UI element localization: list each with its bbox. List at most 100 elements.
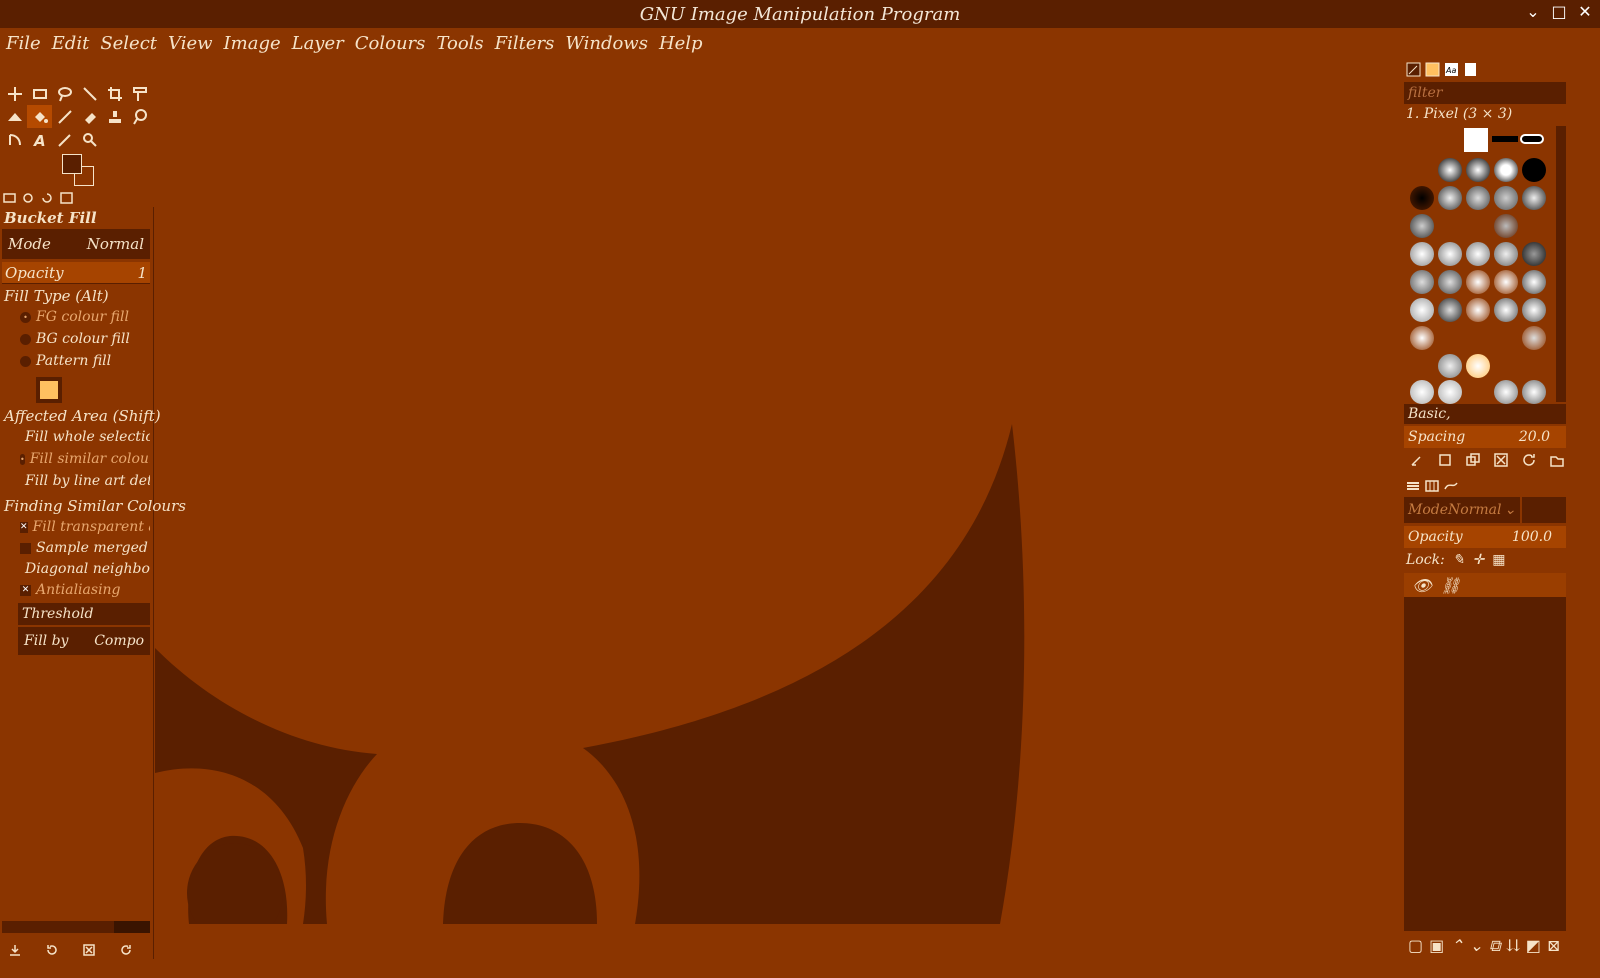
document-history-tab-icon[interactable]: [1463, 62, 1478, 77]
brush-hardness[interactable]: [1494, 158, 1518, 182]
eraser-icon[interactable]: [77, 105, 102, 128]
menu-filters[interactable]: Filters: [495, 33, 555, 54]
brush-scrollbar[interactable]: [1556, 126, 1566, 402]
duplicate-brush-icon[interactable]: [1466, 452, 1482, 468]
fonts-tab-icon[interactable]: Aa: [1444, 62, 1459, 77]
lock-position-icon[interactable]: ✛: [1473, 552, 1485, 568]
fill-similar-colours-radio[interactable]: • Fill similar colours: [20, 451, 150, 467]
menu-colours[interactable]: Colours: [355, 33, 426, 54]
brush-texture[interactable]: [1410, 298, 1434, 322]
menu-windows[interactable]: Windows: [565, 33, 648, 54]
new-brush-icon[interactable]: [1438, 452, 1454, 468]
smudge-icon[interactable]: [127, 105, 152, 128]
brush-texture[interactable]: [1494, 186, 1518, 210]
menu-image[interactable]: Image: [224, 33, 281, 54]
layer-list[interactable]: [1404, 597, 1566, 931]
fg-colour-fill-radio[interactable]: • FG colour fill: [20, 309, 150, 325]
horizontal-scrollbar[interactable]: [2, 921, 150, 933]
image-canvas[interactable]: [155, 58, 1400, 943]
brush-texture[interactable]: [1466, 354, 1490, 378]
brush-pixel[interactable]: [1464, 128, 1488, 152]
brush-texture[interactable]: [1522, 298, 1546, 322]
fill-transparent-checkbox[interactable]: ✕Fill transparent areas: [20, 519, 150, 535]
crop-icon[interactable]: [102, 82, 127, 105]
new-layer-group-icon[interactable]: ▣: [1429, 936, 1444, 956]
reset-options-icon[interactable]: [117, 942, 135, 958]
new-layer-icon[interactable]: ▢: [1408, 936, 1423, 956]
transform-icon[interactable]: [127, 82, 152, 105]
menu-help[interactable]: Help: [659, 33, 703, 54]
brush-hardness[interactable]: [1438, 158, 1462, 182]
brush-preset-select[interactable]: Basic,: [1404, 404, 1566, 424]
chain-icon[interactable]: ⛓: [1440, 576, 1460, 595]
brush-texture[interactable]: [1466, 186, 1490, 210]
menu-view[interactable]: View: [168, 33, 213, 54]
delete-brush-icon[interactable]: [1494, 452, 1510, 468]
fill-by-select[interactable]: Fill by Compo: [18, 627, 150, 655]
brush-hardness[interactable]: [1522, 158, 1546, 182]
mode-select[interactable]: Mode Normal: [2, 229, 150, 259]
brush-block[interactable]: [1492, 136, 1518, 142]
raise-layer-icon[interactable]: ⌃: [1450, 936, 1463, 956]
brush-texture[interactable]: [1438, 186, 1462, 210]
scrollbar-thumb[interactable]: [2, 921, 114, 933]
layer-composite-select[interactable]: [1522, 497, 1566, 523]
move-tool-icon[interactable]: [2, 82, 27, 105]
save-options-icon[interactable]: [6, 942, 24, 958]
brush-texture[interactable]: [1438, 270, 1462, 294]
color-picker-icon[interactable]: [52, 128, 77, 151]
channels-tab-icon[interactable]: [1425, 478, 1440, 493]
brush-texture[interactable]: [1522, 242, 1546, 266]
layer-mode-select[interactable]: ModeNormal ⌄: [1404, 497, 1520, 523]
spacing-slider[interactable]: Spacing 20.0: [1404, 426, 1566, 448]
brush-texture[interactable]: [1494, 380, 1518, 404]
zoom-icon[interactable]: [77, 128, 102, 151]
brush-texture[interactable]: [1438, 242, 1462, 266]
menu-file[interactable]: File: [6, 33, 41, 54]
patterns-tab-icon[interactable]: [1425, 62, 1440, 77]
brush-texture[interactable]: [1522, 186, 1546, 210]
open-brush-icon[interactable]: [1550, 452, 1566, 468]
fg-bg-colors[interactable]: [60, 152, 96, 186]
brush-texture[interactable]: [1438, 354, 1462, 378]
merge-layer-icon[interactable]: ⇊: [1507, 936, 1520, 956]
diagonal-neighbours-checkbox[interactable]: Diagonal neighbours: [20, 561, 150, 577]
close-icon[interactable]: ✕: [1576, 3, 1594, 21]
brush-texture[interactable]: [1494, 242, 1518, 266]
undo-history-tab-icon[interactable]: [40, 191, 55, 205]
brush-texture[interactable]: [1410, 270, 1434, 294]
brush-texture[interactable]: [1466, 242, 1490, 266]
brush-texture[interactable]: [1410, 242, 1434, 266]
menu-edit[interactable]: Edit: [52, 33, 90, 54]
brush-filter-input[interactable]: filter: [1404, 82, 1566, 104]
brush-texture[interactable]: [1522, 380, 1546, 404]
lasso-icon[interactable]: [52, 82, 77, 105]
brush-texture[interactable]: [1410, 214, 1434, 238]
lower-layer-icon[interactable]: ⌄: [1470, 936, 1483, 956]
text-tool-icon[interactable]: A: [27, 128, 52, 151]
delete-layer-icon[interactable]: ⊠: [1547, 936, 1560, 956]
foreground-color[interactable]: [62, 154, 82, 174]
brush-texture[interactable]: [1494, 298, 1518, 322]
layers-tab-icon[interactable]: [1406, 478, 1421, 493]
antialiasing-checkbox[interactable]: ✕ Antialiasing: [20, 582, 150, 598]
brush-texture[interactable]: [1494, 270, 1518, 294]
refresh-brushes-icon[interactable]: [1522, 452, 1538, 468]
bg-colour-fill-radio[interactable]: BG colour fill: [20, 331, 150, 347]
layer-mask-icon[interactable]: ◩: [1526, 936, 1541, 956]
fuzzy-select-icon[interactable]: [77, 82, 102, 105]
brushes-tab-icon[interactable]: [1406, 62, 1421, 77]
paths-icon[interactable]: [2, 128, 27, 151]
opacity-slider[interactable]: Opacity 1: [2, 262, 150, 284]
brush-texture[interactable]: [1466, 298, 1490, 322]
minimize-icon[interactable]: ⌄: [1524, 3, 1542, 21]
maximize-icon[interactable]: □: [1550, 3, 1568, 21]
brush-texture[interactable]: [1410, 326, 1434, 350]
restore-options-icon[interactable]: [43, 942, 61, 958]
menu-layer[interactable]: Layer: [292, 33, 344, 54]
brush-splatter[interactable]: [1410, 186, 1434, 210]
warp-icon[interactable]: [2, 105, 27, 128]
tool-options-tab-icon[interactable]: [2, 191, 17, 205]
paths-tab-icon[interactable]: [1444, 478, 1459, 493]
paintbrush-icon[interactable]: [52, 105, 77, 128]
